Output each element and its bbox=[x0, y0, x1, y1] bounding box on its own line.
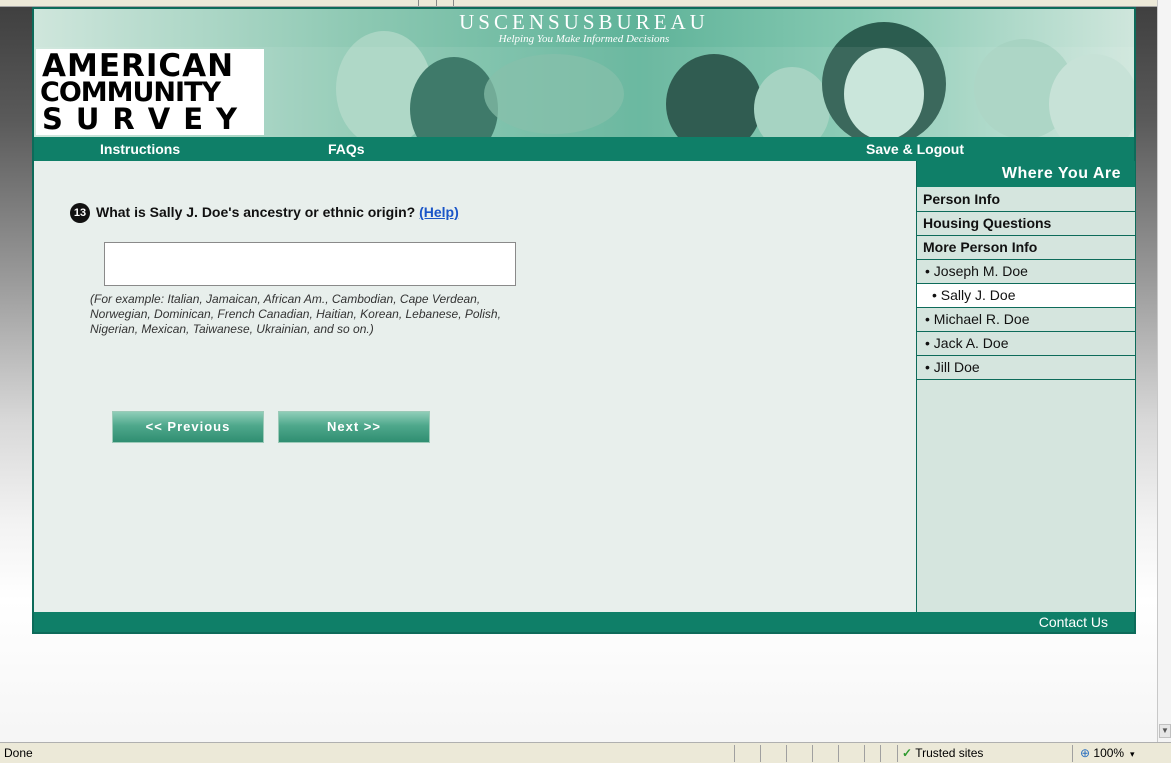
zoom-control[interactable]: ⊕ 100% ▾ bbox=[1080, 746, 1134, 760]
security-zone: ✓ Trusted sites bbox=[902, 746, 983, 760]
logo-line-survey: SURVEY bbox=[42, 102, 251, 136]
sidebar-person-jack[interactable]: • Jack A. Doe bbox=[917, 332, 1135, 356]
sidebar-person-jill[interactable]: • Jill Doe bbox=[917, 356, 1135, 380]
save-logout-link[interactable]: Save & Logout bbox=[866, 141, 964, 157]
browser-status-bar: Done ✓ Trusted sites ⊕ 100% ▾ bbox=[0, 742, 1171, 763]
bureau-tagline: Helping You Make Informed Decisions bbox=[498, 33, 670, 45]
chevron-down-icon: ▾ bbox=[1127, 749, 1135, 759]
example-hint: (For example: Italian, Jamaican, African… bbox=[90, 292, 501, 336]
status-text: Done bbox=[4, 746, 33, 760]
zoom-icon: ⊕ bbox=[1080, 746, 1091, 760]
sidebar-section-housing-questions[interactable]: Housing Questions bbox=[917, 212, 1135, 236]
question-label: What is Sally J. Doe's ancestry or ethni… bbox=[96, 204, 416, 220]
bureau-name: USCENSUSBUREAU bbox=[459, 10, 709, 34]
top-nav-bar: Instructions FAQs bbox=[34, 137, 1134, 161]
nav-instructions-link[interactable]: Instructions bbox=[100, 141, 180, 157]
window-top-strip bbox=[0, 0, 1171, 7]
sidebar-section-person-info[interactable]: Person Info bbox=[917, 188, 1135, 212]
previous-button[interactable]: << Previous bbox=[112, 411, 264, 443]
ancestry-input[interactable] bbox=[104, 242, 516, 286]
where-you-are-sidebar: Where You Are Person Info Housing Questi… bbox=[916, 161, 1135, 612]
help-link[interactable]: (Help) bbox=[419, 204, 459, 220]
sidebar-person-joseph[interactable]: • Joseph M. Doe bbox=[917, 260, 1135, 284]
sidebar-title: Where You Are bbox=[917, 161, 1135, 187]
sidebar-person-michael[interactable]: • Michael R. Doe bbox=[917, 308, 1135, 332]
security-zone-label: Trusted sites bbox=[915, 746, 984, 760]
zoom-level: 100% bbox=[1093, 746, 1125, 760]
question-number-badge: 13 bbox=[70, 203, 90, 223]
survey-page: USCENSUSBUREAU Helping You Make Informed… bbox=[32, 7, 1136, 634]
vertical-scrollbar[interactable]: ▼ bbox=[1157, 0, 1171, 742]
acs-logo: AMERICAN COMMUNITY SURVEY bbox=[36, 49, 264, 135]
census-bureau-header: USCENSUSBUREAU Helping You Make Informed… bbox=[34, 9, 1134, 45]
question-text: What is Sally J. Doe's ancestry or ethni… bbox=[96, 204, 459, 220]
sidebar-section-more-person-info[interactable]: More Person Info bbox=[917, 236, 1135, 260]
next-button[interactable]: Next >> bbox=[278, 411, 430, 443]
footer-bar: Contact Us bbox=[34, 612, 1134, 632]
contact-us-link[interactable]: Contact Us bbox=[1039, 614, 1108, 630]
header-banner: USCENSUSBUREAU Helping You Make Informed… bbox=[34, 9, 1134, 137]
checkmark-icon: ✓ bbox=[902, 746, 913, 760]
nav-faqs-link[interactable]: FAQs bbox=[328, 141, 365, 157]
sidebar-person-sally-active[interactable]: • Sally J. Doe bbox=[917, 284, 1135, 308]
scroll-down-arrow-icon[interactable]: ▼ bbox=[1159, 724, 1171, 738]
